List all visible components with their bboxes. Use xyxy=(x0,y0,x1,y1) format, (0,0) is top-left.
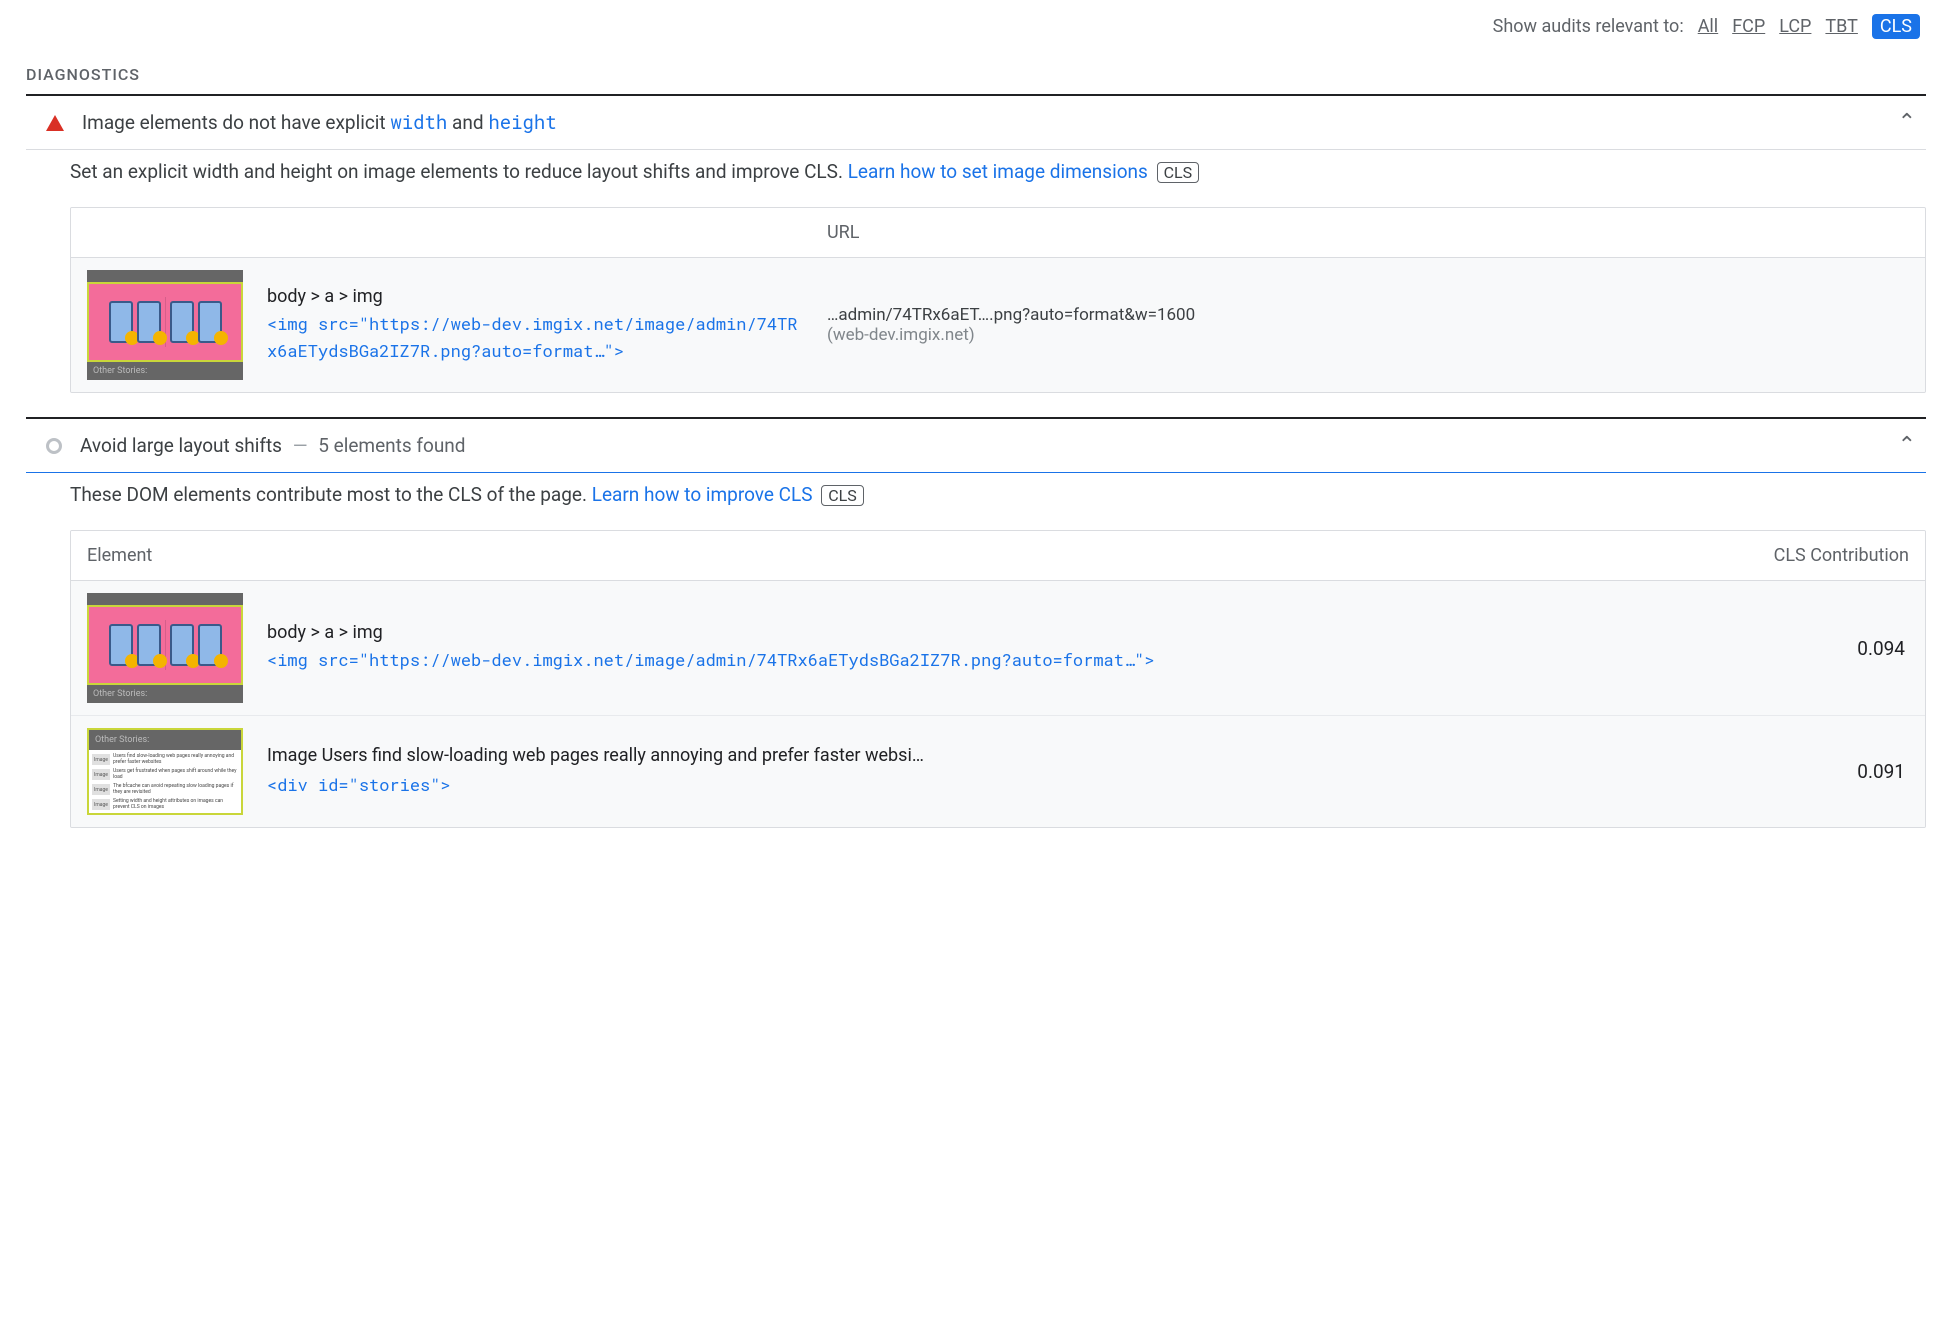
section-diagnostics: DIAGNOSTICS xyxy=(26,57,1926,94)
thumbnail: Other Stories: xyxy=(87,270,243,380)
thumbnail: Other Stories: ImageUsers find slow-load… xyxy=(87,728,243,815)
html-snippet: <img src="https://web-dev.imgix.net/imag… xyxy=(267,311,807,364)
table-header: Element CLS Contribution xyxy=(71,531,1925,581)
element-text: Image Users find slow-loading web pages … xyxy=(267,745,1809,772)
audit-description: Set an explicit width and height on imag… xyxy=(26,150,1926,197)
learn-link[interactable]: Learn how to improve CLS xyxy=(592,483,813,506)
audit-title: Avoid large layout shifts — 5 elements f… xyxy=(80,434,1888,457)
cls-tag: CLS xyxy=(821,485,864,506)
filter-tbt[interactable]: TBT xyxy=(1825,16,1857,37)
col-element: Element xyxy=(87,545,1729,566)
table-row: Other Stories: ImageUsers find slow-load… xyxy=(71,716,1925,827)
circle-neutral-icon xyxy=(46,438,62,454)
filter-all[interactable]: All xyxy=(1698,16,1719,37)
audit-table: Element CLS Contribution Other Stories: … xyxy=(70,530,1926,828)
html-snippet: <div id="stories"> xyxy=(267,772,1809,798)
cls-value: 0.091 xyxy=(1809,760,1909,783)
selector-path: body > a > img xyxy=(267,622,1809,647)
table-header: URL xyxy=(71,208,1925,258)
audit-image-dimensions: Image elements do not have explicit widt… xyxy=(26,96,1926,393)
filter-bar: Show audits relevant to: All FCP LCP TBT… xyxy=(26,10,1926,57)
table-row: Other Stories: body > a > img <img src="… xyxy=(71,581,1925,716)
audit-title: Image elements do not have explicit widt… xyxy=(82,110,1888,135)
learn-link[interactable]: Learn how to set image dimensions xyxy=(848,160,1148,183)
chevron-up-icon: ⌃ xyxy=(1888,433,1926,458)
audit-table: URL Other Stories: body > a > img <img s… xyxy=(70,207,1926,393)
cls-tag: CLS xyxy=(1157,162,1200,183)
audit-description: These DOM elements contribute most to th… xyxy=(26,473,1926,520)
col-url: URL xyxy=(827,222,1909,243)
audit-layout-shifts: Avoid large layout shifts — 5 elements f… xyxy=(26,419,1926,828)
filter-label: Show audits relevant to: xyxy=(1493,16,1684,37)
filter-fcp[interactable]: FCP xyxy=(1732,16,1765,37)
filter-cls[interactable]: CLS xyxy=(1872,14,1920,39)
audit-header[interactable]: Image elements do not have explicit widt… xyxy=(26,96,1926,149)
audit-header[interactable]: Avoid large layout shifts — 5 elements f… xyxy=(26,419,1926,472)
filter-lcp[interactable]: LCP xyxy=(1779,16,1811,37)
chevron-up-icon: ⌃ xyxy=(1888,110,1926,135)
cls-value: 0.094 xyxy=(1809,637,1909,660)
html-snippet: <img src="https://web-dev.imgix.net/imag… xyxy=(267,647,1809,673)
element-cell: Image Users find slow-loading web pages … xyxy=(267,745,1809,798)
url-cell: …admin/74TRx6aET….png?auto=format&w=1600… xyxy=(807,305,1207,345)
element-cell: body > a > img <img src="https://web-dev… xyxy=(267,622,1809,673)
table-row: Other Stories: body > a > img <img src="… xyxy=(71,258,1925,392)
col-cls: CLS Contribution xyxy=(1729,545,1909,566)
selector-path: body > a > img xyxy=(267,286,807,311)
thumbnail: Other Stories: xyxy=(87,593,243,703)
triangle-fail-icon xyxy=(46,115,64,131)
element-cell: body > a > img <img src="https://web-dev… xyxy=(267,286,807,364)
